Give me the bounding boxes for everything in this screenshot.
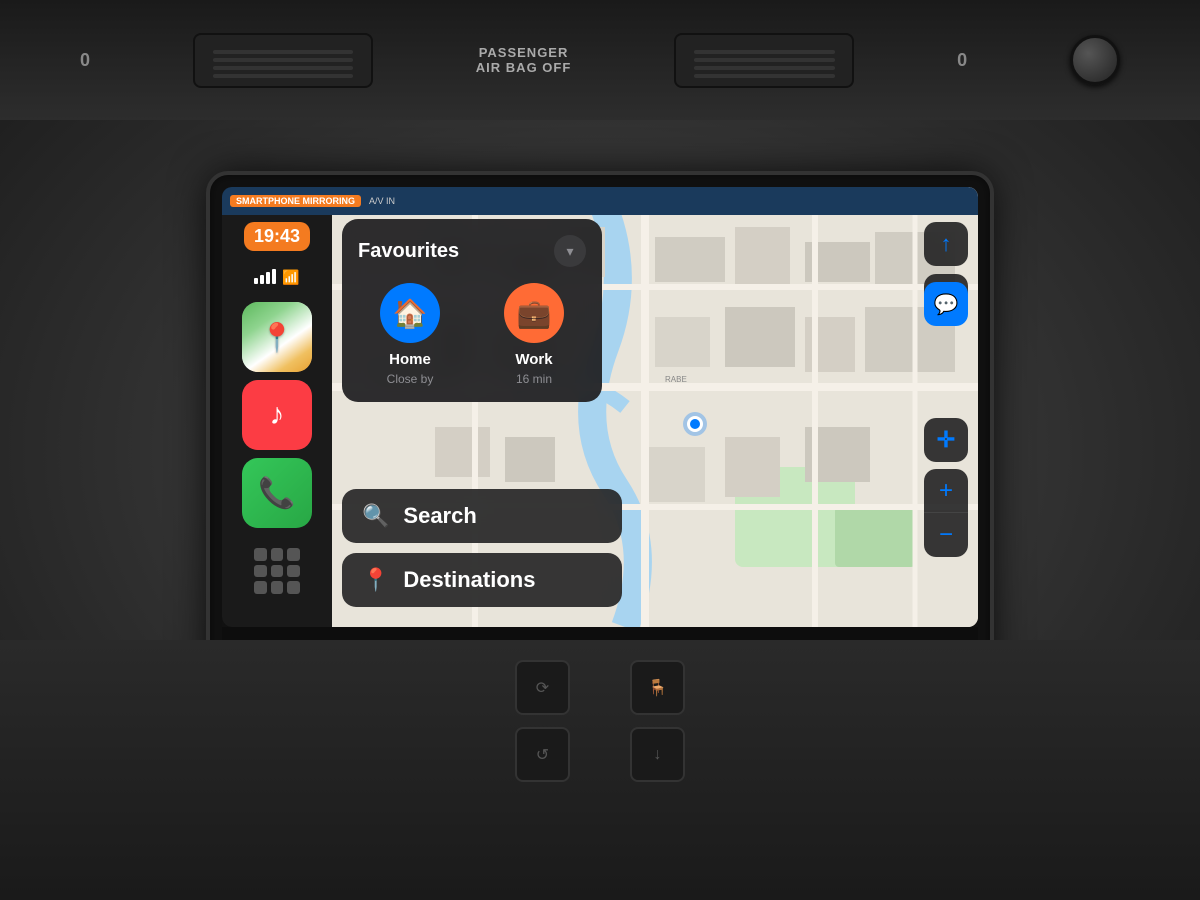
phone-app-icon[interactable]: 📞 [242, 458, 312, 528]
right-knob[interactable] [1070, 35, 1120, 85]
bottom-controls-row-2: ↺ ↓ [515, 727, 685, 782]
grid-dot-8 [271, 581, 284, 594]
seat-btn-3[interactable]: ↺ [515, 727, 570, 782]
left-vent [193, 33, 373, 88]
grid-dot-4 [254, 565, 267, 578]
favourite-home[interactable]: 🏠 Home Close by [358, 283, 462, 386]
bar-1 [254, 278, 258, 284]
bar-3 [266, 272, 270, 284]
collapse-button[interactable]: ▾ [554, 235, 586, 267]
seat-icon-3: ↺ [536, 745, 549, 765]
phone-icon: 📞 [258, 476, 295, 511]
seat-icon-4: ↓ [654, 746, 662, 764]
car-interior: 0 PASSENGERAIR BAG OFF 0 SMARTPHONE MIRR… [0, 0, 1200, 900]
seat-btn-4[interactable]: ↓ [630, 727, 685, 782]
user-location-dot [687, 416, 703, 432]
seat-icon-2: 🪑 [648, 678, 668, 698]
svg-text:RABE: RABE [665, 375, 687, 384]
favourites-items: 🏠 Home Close by 💼 Work 16 min [358, 283, 586, 386]
house-symbol: 🏠 [393, 297, 428, 330]
minus-icon: − [939, 521, 953, 549]
seat-btn-2[interactable]: 🪑 [630, 660, 685, 715]
music-app-icon[interactable]: ♪ [242, 380, 312, 450]
avin-label: A/V IN [369, 196, 395, 206]
zoom-group: + − [924, 469, 968, 557]
maps-app-icon[interactable]: 📍 [242, 302, 312, 372]
grid-dot-2 [271, 548, 284, 561]
favourites-card: Favourites ▾ 🏠 Home Close by [342, 219, 602, 402]
action-buttons: 🔍 Search 📍 Destinations [342, 489, 622, 607]
right-zero: 0 [957, 50, 967, 71]
search-button[interactable]: 🔍 Search [342, 489, 622, 543]
home-subtitle: Close by [387, 372, 434, 386]
destinations-icon: 📍 [362, 567, 389, 593]
favourite-work[interactable]: 💼 Work 16 min [482, 283, 586, 386]
maps-pin-icon: 📍 [260, 321, 295, 354]
pan-button[interactable]: ✛ [924, 418, 968, 462]
grid-dot-9 [287, 581, 300, 594]
music-note-icon: ♪ [270, 398, 285, 432]
screen-display: SMARTPHONE MIRRORING A/V IN 19:43 📶 [222, 187, 978, 627]
favourites-title: Favourites [358, 240, 459, 263]
compass-icon: ↑ [941, 231, 952, 257]
mirroring-badge: SMARTPHONE MIRRORING [230, 195, 361, 207]
bottom-controls-row-1: ⟳ 🪑 [515, 660, 685, 715]
search-icon: 🔍 [362, 503, 389, 529]
work-icon: 💼 [504, 283, 564, 343]
wifi-icon: 📶 [282, 269, 299, 286]
maps-icon-inner: 📍 [242, 302, 312, 372]
traffic-button[interactable]: 💬 [924, 282, 968, 326]
grid-dot-7 [254, 581, 267, 594]
top-dashboard: 0 PASSENGERAIR BAG OFF 0 [0, 0, 1200, 120]
destinations-label: Destinations [403, 567, 535, 593]
signal-bars [254, 269, 276, 284]
traffic-icon: 💬 [934, 292, 959, 317]
bar-4 [272, 269, 276, 284]
chevron-down-icon: ▾ [566, 243, 573, 260]
app-sidebar: 19:43 📶 📍 ♪ [222, 187, 332, 627]
seat-btn-1[interactable]: ⟳ [515, 660, 570, 715]
status-bar: SMARTPHONE MIRRORING A/V IN [222, 187, 978, 215]
zoom-in-button[interactable]: + [924, 469, 968, 513]
airbag-label: PASSENGERAIR BAG OFF [476, 45, 572, 75]
map-view[interactable]: BUNDESSTRASSE RABE Favourites ▾ � [332, 187, 978, 627]
zoom-controls: + − [924, 469, 968, 557]
pan-control-container: ✛ [924, 418, 968, 462]
all-apps-icon[interactable] [242, 536, 312, 606]
favourites-header: Favourites ▾ [358, 235, 586, 267]
grid-dot-1 [254, 548, 267, 561]
home-label: Home [389, 351, 431, 368]
grid-dot-3 [287, 548, 300, 561]
search-label: Search [403, 503, 476, 529]
grid-dot-5 [271, 565, 284, 578]
time-display: 19:43 [244, 222, 310, 251]
left-zero: 0 [80, 50, 90, 71]
briefcase-symbol: 💼 [517, 297, 552, 330]
plus-icon: + [939, 477, 953, 505]
signal-row: 📶 [254, 269, 299, 286]
grid-dot-6 [287, 565, 300, 578]
work-label: Work [515, 351, 552, 368]
bottom-dashboard: ⟳ 🪑 ↺ ↓ [0, 640, 1200, 900]
zoom-out-button[interactable]: − [924, 513, 968, 557]
work-subtitle: 16 min [516, 372, 552, 386]
seat-icon-1: ⟳ [536, 678, 549, 698]
traffic-button-container: 💬 [924, 282, 968, 326]
home-icon: 🏠 [380, 283, 440, 343]
right-vent [674, 33, 854, 88]
destinations-button[interactable]: 📍 Destinations [342, 553, 622, 607]
compass-button[interactable]: ↑ [924, 222, 968, 266]
screen-frame: SMARTPHONE MIRRORING A/V IN 19:43 📶 [210, 175, 990, 695]
pan-icon: ✛ [937, 427, 955, 453]
bar-2 [260, 275, 264, 284]
